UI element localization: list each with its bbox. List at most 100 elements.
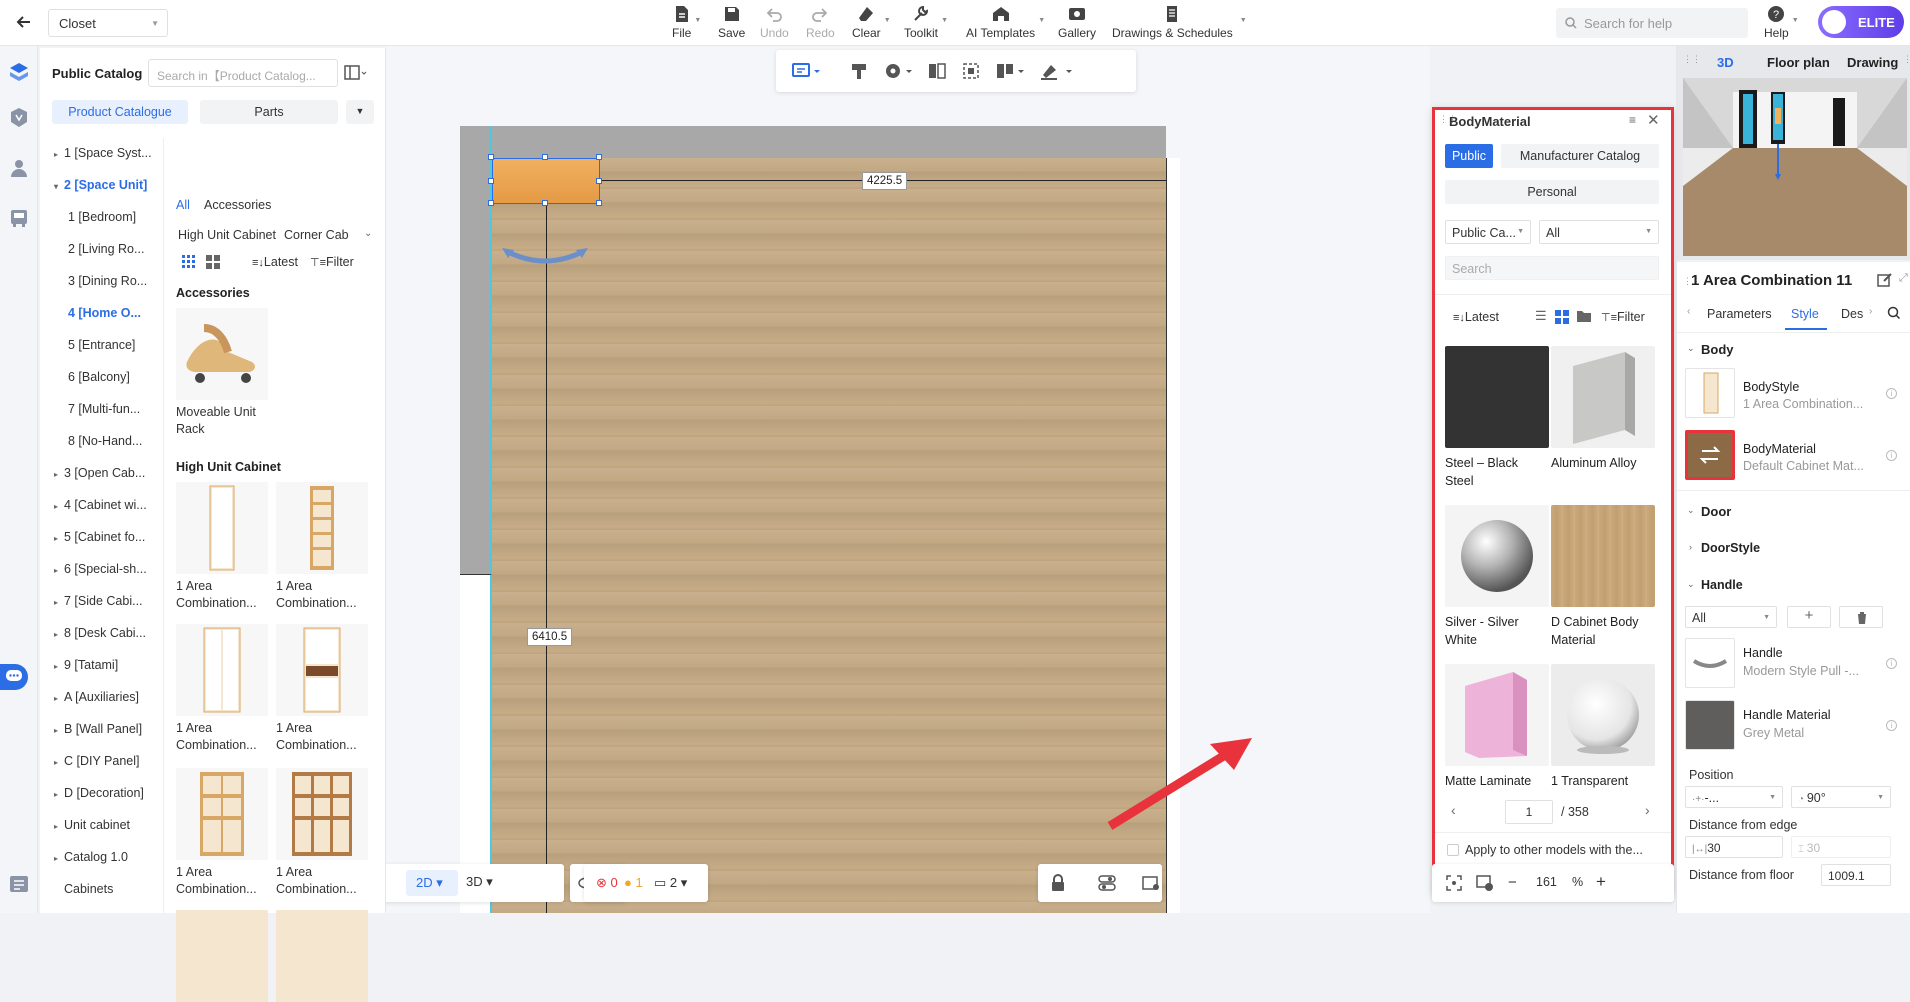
align-tool-icon[interactable] <box>996 62 1026 80</box>
project-select[interactable]: Closet ▼ <box>48 9 168 37</box>
tree-item[interactable]: ▸ 9 [Tatami] <box>40 658 164 678</box>
tree-item[interactable]: ▸ 8 [Desk Cabi... <box>40 626 164 646</box>
chevron-down-icon[interactable]: ⌄ <box>1687 579 1695 590</box>
filter-all[interactable]: All <box>176 198 190 212</box>
gallery-button[interactable]: Gallery <box>1058 5 1096 43</box>
help-search-input[interactable]: Search for help <box>1556 8 1748 38</box>
close-icon[interactable]: ✕ <box>1647 111 1660 129</box>
tree-item[interactable]: ▸ 4 [Cabinet wi... <box>40 498 164 518</box>
list-view-icon[interactable]: ☰ <box>1535 308 1547 324</box>
tree-item[interactable]: 4 [Home O... <box>40 306 164 326</box>
search-icon[interactable] <box>1887 306 1901 320</box>
dimension-label-width[interactable]: 4225.5 <box>862 172 908 190</box>
help-button[interactable]: ? Help ▼ <box>1764 5 1799 43</box>
tab-drawing[interactable]: Drawing <box>1847 55 1898 70</box>
material-card[interactable]: Steel – Black Steel <box>1445 346 1549 490</box>
body-style-row[interactable]: BodyStyle 1 Area Combination... i <box>1685 368 1905 420</box>
tab-scroll-left-icon[interactable]: ‹ <box>1687 306 1690 317</box>
layout-toggle-icon[interactable] <box>344 65 368 81</box>
info-icon[interactable]: i <box>1886 720 1897 731</box>
large-grid-icon[interactable] <box>206 255 220 269</box>
menu-icon[interactable]: ≡ <box>1629 113 1636 127</box>
product-card[interactable]: 1 Area Combination... <box>276 624 372 754</box>
resize-handle[interactable] <box>542 154 548 160</box>
edge-distance-input[interactable]: |↔|30 <box>1685 836 1783 858</box>
tree-item[interactable]: ▸ 6 [Special-sh... <box>40 562 164 582</box>
cabinet-icon[interactable] <box>7 206 31 230</box>
handle-filter-select[interactable]: All ▼ <box>1685 606 1777 628</box>
tab-scroll-right-icon[interactable]: › <box>1869 306 1872 317</box>
tree-item[interactable]: ▸ 7 [Side Cabi... <box>40 594 164 614</box>
back-arrow-icon[interactable] <box>14 12 34 32</box>
product-card[interactable]: 1 Area Combination... <box>276 768 372 898</box>
catalog-select[interactable]: Public Ca... ▼ <box>1445 220 1531 244</box>
subtab-corner[interactable]: Corner Cab <box>284 228 354 242</box>
next-page-icon[interactable]: › <box>1645 802 1650 818</box>
tree-item[interactable]: ▸ D [Decoration] <box>40 786 164 806</box>
product-card[interactable]: 1 Area Combination... <box>276 482 372 612</box>
select-tool-icon[interactable] <box>792 62 822 80</box>
tree-item[interactable]: 3 [Dining Ro... <box>40 274 164 294</box>
handle-section-header[interactable]: Handle <box>1701 578 1743 592</box>
product-card[interactable]: 1 Area Combination... <box>176 624 272 754</box>
body-material-row[interactable]: BodyMaterial Default Cabinet Mat... i <box>1685 430 1905 482</box>
info-icon[interactable]: i <box>1886 658 1897 669</box>
resize-handle[interactable] <box>488 178 494 184</box>
sort-latest-button[interactable]: ≡↓Latest <box>1453 310 1499 324</box>
3d-preview[interactable] <box>1683 78 1907 256</box>
design-canvas[interactable]: 4225.5 6410.5 ◈ 1F ▾ 2D ▾ 3D ▾ ⊗ 0 ● 1 ▭… <box>386 46 1430 913</box>
folder-icon[interactable] <box>1577 310 1591 322</box>
filter-button[interactable]: ⊤≡Filter <box>310 255 354 269</box>
add-handle-button[interactable]: + <box>1787 606 1831 628</box>
tree-item[interactable]: ▾ 2 [Space Unit] <box>40 178 164 198</box>
product-card[interactable]: 1 Area Combination... <box>176 482 272 612</box>
tab-manufacturer-catalog[interactable]: Manufacturer Catalog <box>1501 144 1659 168</box>
user-icon[interactable] <box>7 156 31 180</box>
model-icon[interactable] <box>7 106 31 130</box>
filter-button[interactable]: ⊤≡Filter <box>1601 310 1645 324</box>
split-tool-icon[interactable] <box>928 62 946 80</box>
product-card[interactable] <box>176 910 272 1002</box>
chevron-down-icon[interactable]: ⌄ <box>1687 505 1695 516</box>
clear-button[interactable]: Clear ▼ <box>852 5 891 43</box>
brush-tool-icon[interactable] <box>850 62 868 80</box>
tab-style[interactable]: Style <box>1791 307 1819 321</box>
lock-icon[interactable] <box>1050 874 1066 892</box>
resize-handle[interactable] <box>596 154 602 160</box>
drag-handle-icon[interactable]: ⋮⋮ <box>1683 54 1701 65</box>
settings-view-icon[interactable] <box>1142 874 1160 892</box>
subtab-high-unit[interactable]: High Unit Cabinet <box>178 228 276 242</box>
product-card[interactable] <box>276 910 372 1002</box>
tree-item[interactable]: ▸ Unit cabinet <box>40 818 164 838</box>
tab-3d[interactable]: 3D <box>1717 55 1734 70</box>
material-card[interactable]: 1 Transparent <box>1551 664 1655 790</box>
resize-handle[interactable] <box>488 154 494 160</box>
info-icon[interactable]: i <box>1886 388 1897 399</box>
material-search-input[interactable]: Search <box>1445 256 1659 280</box>
paint-tool-icon[interactable] <box>1040 62 1074 80</box>
product-card[interactable]: 1 Area Combination... <box>176 768 272 898</box>
tree-item[interactable]: ▸ 3 [Open Cab... <box>40 466 164 486</box>
tree-item[interactable]: 8 [No-Hand... <box>40 434 164 454</box>
tree-item[interactable]: ▸ B [Wall Panel] <box>40 722 164 742</box>
tab-description[interactable]: Des <box>1841 307 1863 321</box>
save-button[interactable]: Save <box>718 5 745 43</box>
category-select[interactable]: All ▼ <box>1539 220 1659 244</box>
redo-button[interactable]: Redo <box>806 5 835 43</box>
handle-row[interactable]: Handle Modern Style Pull -... i <box>1685 638 1905 690</box>
tree-item[interactable]: Cabinets <box>40 882 164 902</box>
tree-item[interactable]: 5 [Entrance] <box>40 338 164 358</box>
status-bar[interactable]: ⊗ 0 ● 1 ▭ 2 ▾ <box>584 864 708 902</box>
grid-view-icon[interactable] <box>1555 310 1569 324</box>
catalog-search-input[interactable]: Search in【Product Catalog... <box>148 59 338 87</box>
view-3d-button[interactable]: 3D ▾ <box>466 874 493 890</box>
zoom-in-button[interactable]: + <box>1596 872 1606 892</box>
tree-item[interactable]: ▸ Catalog 1.0 <box>40 850 164 870</box>
expand-icon[interactable]: ⤢ <box>1899 272 1908 285</box>
rotate-handle-icon[interactable] <box>500 242 590 266</box>
tree-item[interactable]: ▸ 1 [Space Syst... <box>40 146 164 166</box>
tree-item[interactable]: 6 [Balcony] <box>40 370 164 390</box>
tree-item[interactable]: ▸ 5 [Cabinet fo... <box>40 530 164 550</box>
tree-item[interactable]: 7 [Multi-fun... <box>40 402 164 422</box>
list-panel-icon[interactable] <box>7 872 31 896</box>
